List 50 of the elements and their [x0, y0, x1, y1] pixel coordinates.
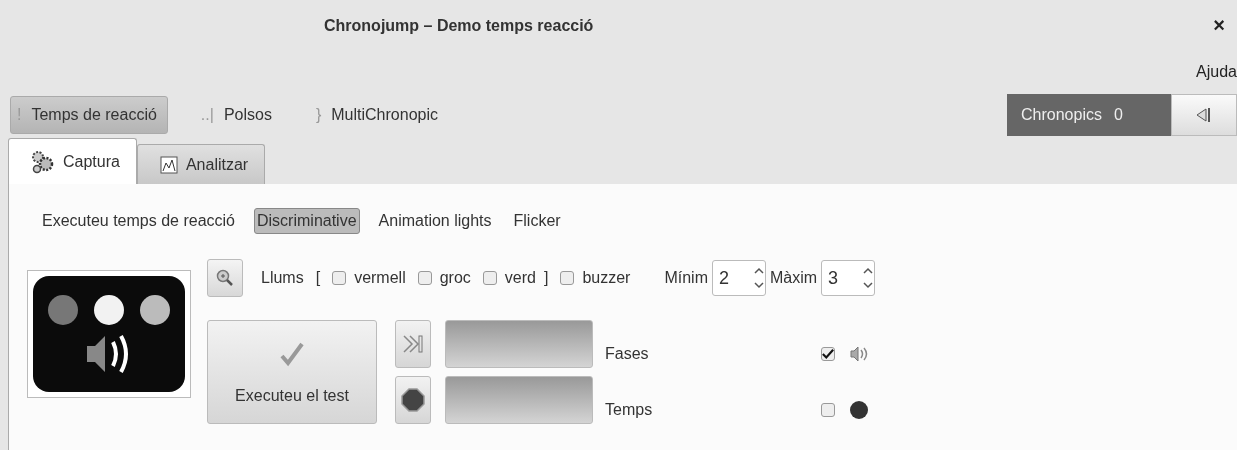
checkbox[interactable] — [417, 271, 432, 285]
mode-icon: } — [315, 106, 322, 124]
lights-label: Llums — [261, 269, 304, 287]
skip-icon — [401, 333, 425, 355]
zoom-icon — [216, 269, 234, 287]
mode-button[interactable]: ..| Polsos — [193, 96, 283, 134]
checkbox-label: buzzer — [582, 269, 631, 287]
stop-icon — [401, 388, 425, 412]
spin-arrows-icon — [753, 265, 765, 291]
checkbox[interactable] — [821, 403, 835, 417]
checkbox-label: groc — [439, 269, 471, 287]
checkbox-label: vermell — [354, 269, 406, 287]
checkbox[interactable] — [560, 271, 575, 285]
spin-arrows-icon — [862, 265, 875, 291]
checkbox[interactable] — [821, 347, 835, 361]
plug-icon — [1195, 106, 1213, 124]
spin-label: Màxim — [770, 269, 818, 287]
stop-button[interactable] — [395, 376, 431, 424]
dot-icon — [849, 400, 869, 420]
gears-icon — [31, 149, 55, 174]
zoom-button[interactable] — [207, 259, 243, 297]
mode-button[interactable]: } MultiChronopic — [308, 96, 449, 134]
type-option[interactable]: Animation lights — [375, 208, 495, 234]
checkbox[interactable] — [332, 271, 347, 285]
close-button[interactable]: × — [1213, 14, 1225, 37]
checkbox[interactable] — [482, 271, 497, 285]
menu-item[interactable]: Ajuda — [1196, 63, 1237, 81]
check-icon — [279, 341, 305, 367]
checkbox-label: verd — [504, 269, 536, 287]
bracket: [ — [315, 269, 321, 287]
row-label: Temps — [605, 400, 654, 419]
spin-label: Mínim — [664, 269, 708, 287]
chart-icon — [159, 155, 178, 174]
next-button[interactable] — [395, 320, 431, 368]
type-option[interactable]: Executeu temps de reacció — [39, 208, 238, 234]
mode-icon: ! — [17, 106, 22, 124]
type-option[interactable]: Discriminative — [254, 208, 360, 234]
type-option[interactable]: Flicker — [510, 208, 564, 234]
mode-button[interactable]: ! Temps de reacció — [10, 96, 168, 134]
bracket: ] — [543, 269, 549, 287]
execute-button[interactable]: Executeu el test — [207, 320, 377, 424]
window-title: Chronojump – Demo temps reacció — [324, 17, 594, 35]
chronopics-status: Chronopics 0 — [1007, 94, 1171, 136]
spin-field[interactable]: 3 — [821, 260, 876, 296]
tab[interactable]: Analitzar — [136, 144, 266, 184]
row-label: Fases — [605, 344, 650, 363]
mode-icon: ..| — [200, 106, 214, 124]
spin-field[interactable]: 2 — [712, 260, 766, 296]
connect-button[interactable] — [1171, 94, 1237, 136]
tab[interactable]: Captura — [8, 138, 137, 184]
